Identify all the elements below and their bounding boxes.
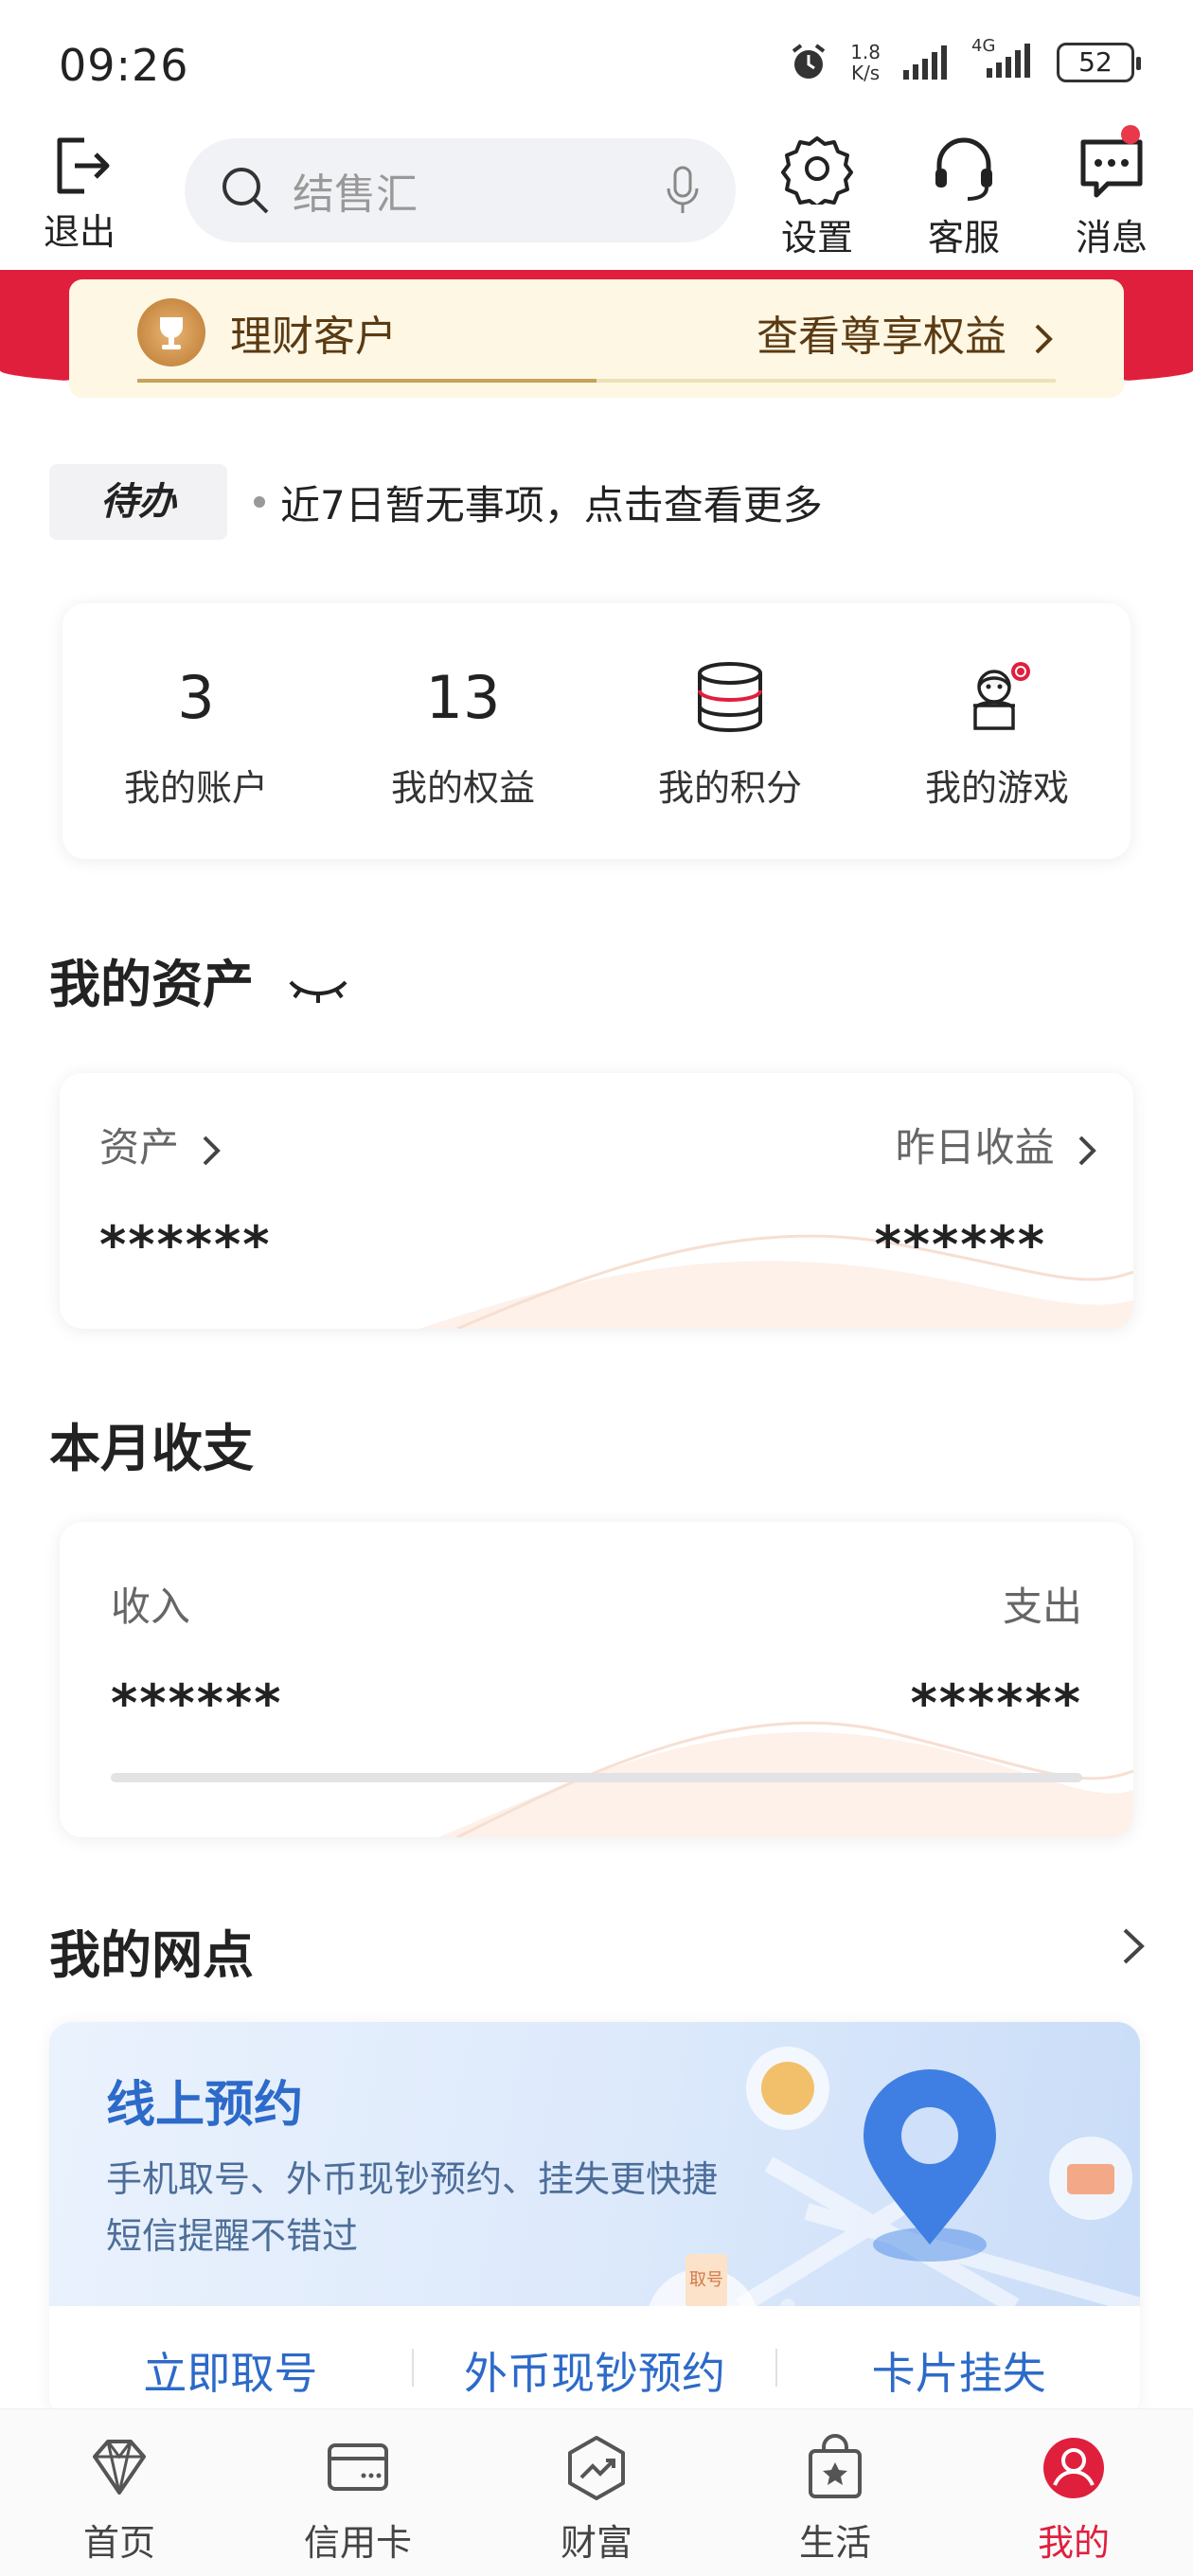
todo-text: 近7日暂无事项，点击查看更多 xyxy=(280,481,823,528)
nav-home[interactable]: 首页 xyxy=(0,2409,239,2576)
card-loss-report-button[interactable]: 卡片挂失 xyxy=(777,2339,1140,2402)
appointment-actions: 立即取号 外币现钞预约 卡片挂失 xyxy=(49,2339,1140,2402)
logout-button[interactable]: 退出 xyxy=(23,133,136,255)
trophy-badge-icon xyxy=(137,298,205,367)
gear-icon xyxy=(781,136,853,205)
nav-mine[interactable]: 我的 xyxy=(954,2409,1193,2576)
alarm-icon xyxy=(792,44,826,79)
chevron-right-icon[interactable] xyxy=(1117,1923,1149,1970)
monthly-card[interactable]: 收入 支出 ****** ****** xyxy=(60,1522,1133,1837)
assets-link[interactable]: 资产 xyxy=(99,1116,225,1173)
benefits-label: 我的权益 xyxy=(390,767,535,809)
monthly-section-title: 本月收支 xyxy=(49,1419,254,1478)
my-benefits[interactable]: 13 我的权益 xyxy=(329,603,596,859)
my-games[interactable]: 我的游戏 xyxy=(864,603,1131,859)
customer-service-button[interactable]: 客服 xyxy=(907,133,1021,260)
chevron-right-icon xyxy=(1035,324,1053,354)
microphone-icon[interactable] xyxy=(664,164,702,217)
nav-wealth[interactable]: 财富 xyxy=(477,2409,716,2576)
settings-button[interactable]: 设置 xyxy=(760,133,874,260)
outlets-section-title: 我的网点 xyxy=(49,1925,254,1985)
signal-icon xyxy=(903,45,947,80)
my-points[interactable]: 我的积分 xyxy=(596,603,864,859)
ticket-label: 取号 xyxy=(689,2270,723,2290)
income-value: ****** xyxy=(111,1673,283,1733)
nav-credit-card[interactable]: 信用卡 xyxy=(239,2409,477,2576)
shopping-bag-icon xyxy=(809,2434,862,2498)
messages-label: 消息 xyxy=(1075,217,1148,259)
appointment-desc-2: 短信提醒不错过 xyxy=(106,2215,359,2257)
wealth-chart-icon xyxy=(568,2436,625,2500)
todo-tag: 待办 xyxy=(49,464,227,540)
vip-title: 理财客户 xyxy=(230,313,397,361)
accounts-count: 3 xyxy=(177,663,215,732)
unread-dot xyxy=(1121,125,1140,144)
todo-row[interactable]: 待办 近7日暂无事项，点击查看更多 xyxy=(49,464,823,540)
search-bar[interactable]: 结售汇 xyxy=(185,138,736,242)
messages-button[interactable]: 消息 xyxy=(1055,125,1168,260)
appointment-desc-1: 手机取号、外币现钞预约、挂失更快捷 xyxy=(106,2158,719,2200)
logout-icon xyxy=(57,137,110,194)
view-privileges-link[interactable]: 查看尊享权益 xyxy=(757,302,1058,363)
yesterday-earnings-value: ****** xyxy=(874,1215,1046,1275)
assets-card[interactable]: 资产 昨日收益 ****** ****** xyxy=(60,1073,1133,1329)
appointment-title: 线上预约 xyxy=(106,2077,304,2134)
my-accounts[interactable]: 3 我的账户 xyxy=(62,603,329,859)
todo-bullet xyxy=(254,496,265,508)
snowman-icon xyxy=(973,662,1030,730)
settings-label: 设置 xyxy=(780,217,853,259)
diamond-icon xyxy=(93,2440,146,2495)
search-icon xyxy=(223,168,269,214)
accounts-label: 我的账户 xyxy=(123,767,268,809)
wave-decoration xyxy=(60,1073,1133,1329)
assets-value: ****** xyxy=(99,1215,272,1275)
assets-section-title: 我的资产 xyxy=(49,942,351,1017)
vip-card[interactable]: 理财客户 查看尊享权益 xyxy=(69,279,1124,398)
vip-progress-fill xyxy=(137,379,596,383)
customer-service-label: 客服 xyxy=(927,217,1000,259)
income-label: 收入 xyxy=(111,1583,191,1630)
status-time: 09:26 xyxy=(59,40,189,91)
online-appointment-card: 线上预约 手机取号、外币现钞预约、挂失更快捷 短信提醒不错过 取号 立即取号 外… xyxy=(49,2022,1140,2420)
status-bar: 09:26 1.8 K/s 4G 52 xyxy=(0,0,1193,133)
benefits-count: 13 xyxy=(425,663,501,732)
user-icon xyxy=(1043,2438,1104,2498)
logout-label: 退出 xyxy=(43,211,116,253)
message-icon xyxy=(1080,139,1143,198)
credit-card-icon xyxy=(328,2443,388,2491)
appointment-hero[interactable]: 线上预约 手机取号、外币现钞预约、挂失更快捷 短信提醒不错过 取号 xyxy=(49,2022,1140,2306)
expense-label: 支出 xyxy=(1002,1583,1082,1630)
quick-stats-card: 3 我的账户 13 我的权益 我的积分 我的游戏 xyxy=(62,603,1131,859)
database-icon xyxy=(698,662,762,733)
yesterday-earnings-link[interactable]: 昨日收益 xyxy=(896,1116,1101,1173)
trophy-icon xyxy=(160,317,183,349)
status-icons: 1.8 K/s 4G 52 xyxy=(788,36,1141,84)
points-label: 我的积分 xyxy=(657,767,802,809)
headset-icon xyxy=(935,137,992,201)
top-header: 退出 结售汇 设置 客服 消息 xyxy=(0,125,1193,275)
eye-closed-icon[interactable] xyxy=(285,969,351,1007)
chevron-right-icon xyxy=(203,1136,222,1165)
nav-life[interactable]: 生活 xyxy=(716,2409,954,2576)
income-expense-bar xyxy=(111,1773,1082,1782)
chevron-right-icon xyxy=(1078,1136,1096,1165)
search-placeholder: 结售汇 xyxy=(293,170,418,219)
battery-indicator: 52 xyxy=(1057,43,1141,82)
take-number-button[interactable]: 立即取号 xyxy=(49,2339,412,2402)
vip-progress-bar xyxy=(137,379,1056,383)
games-label: 我的游戏 xyxy=(924,767,1069,809)
net-speed: 1.8 K/s xyxy=(850,41,881,84)
foreign-cash-reservation-button[interactable]: 外币现钞预约 xyxy=(414,2339,776,2402)
expense-value: ****** xyxy=(910,1673,1082,1733)
network-4g: 4G xyxy=(971,36,1036,83)
bottom-navigation: 首页 信用卡 财富 生活 我的 xyxy=(0,2408,1193,2576)
